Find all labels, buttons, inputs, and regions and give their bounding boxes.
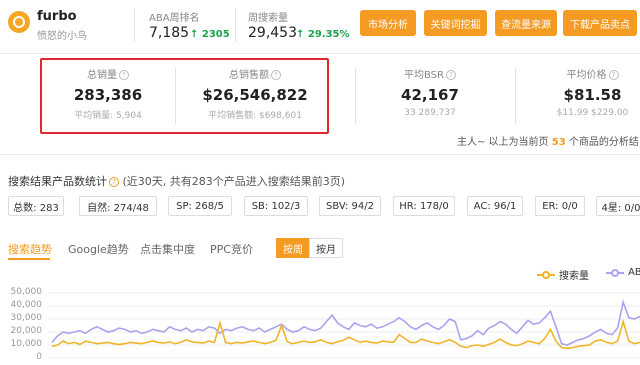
trend-chart: [48, 292, 640, 359]
page: furbo 愤怒的小鸟 ABA周排名 7,185 ↑ 2305 周搜索量 29,…: [0, 0, 640, 365]
series-line-search: [51, 318, 640, 350]
